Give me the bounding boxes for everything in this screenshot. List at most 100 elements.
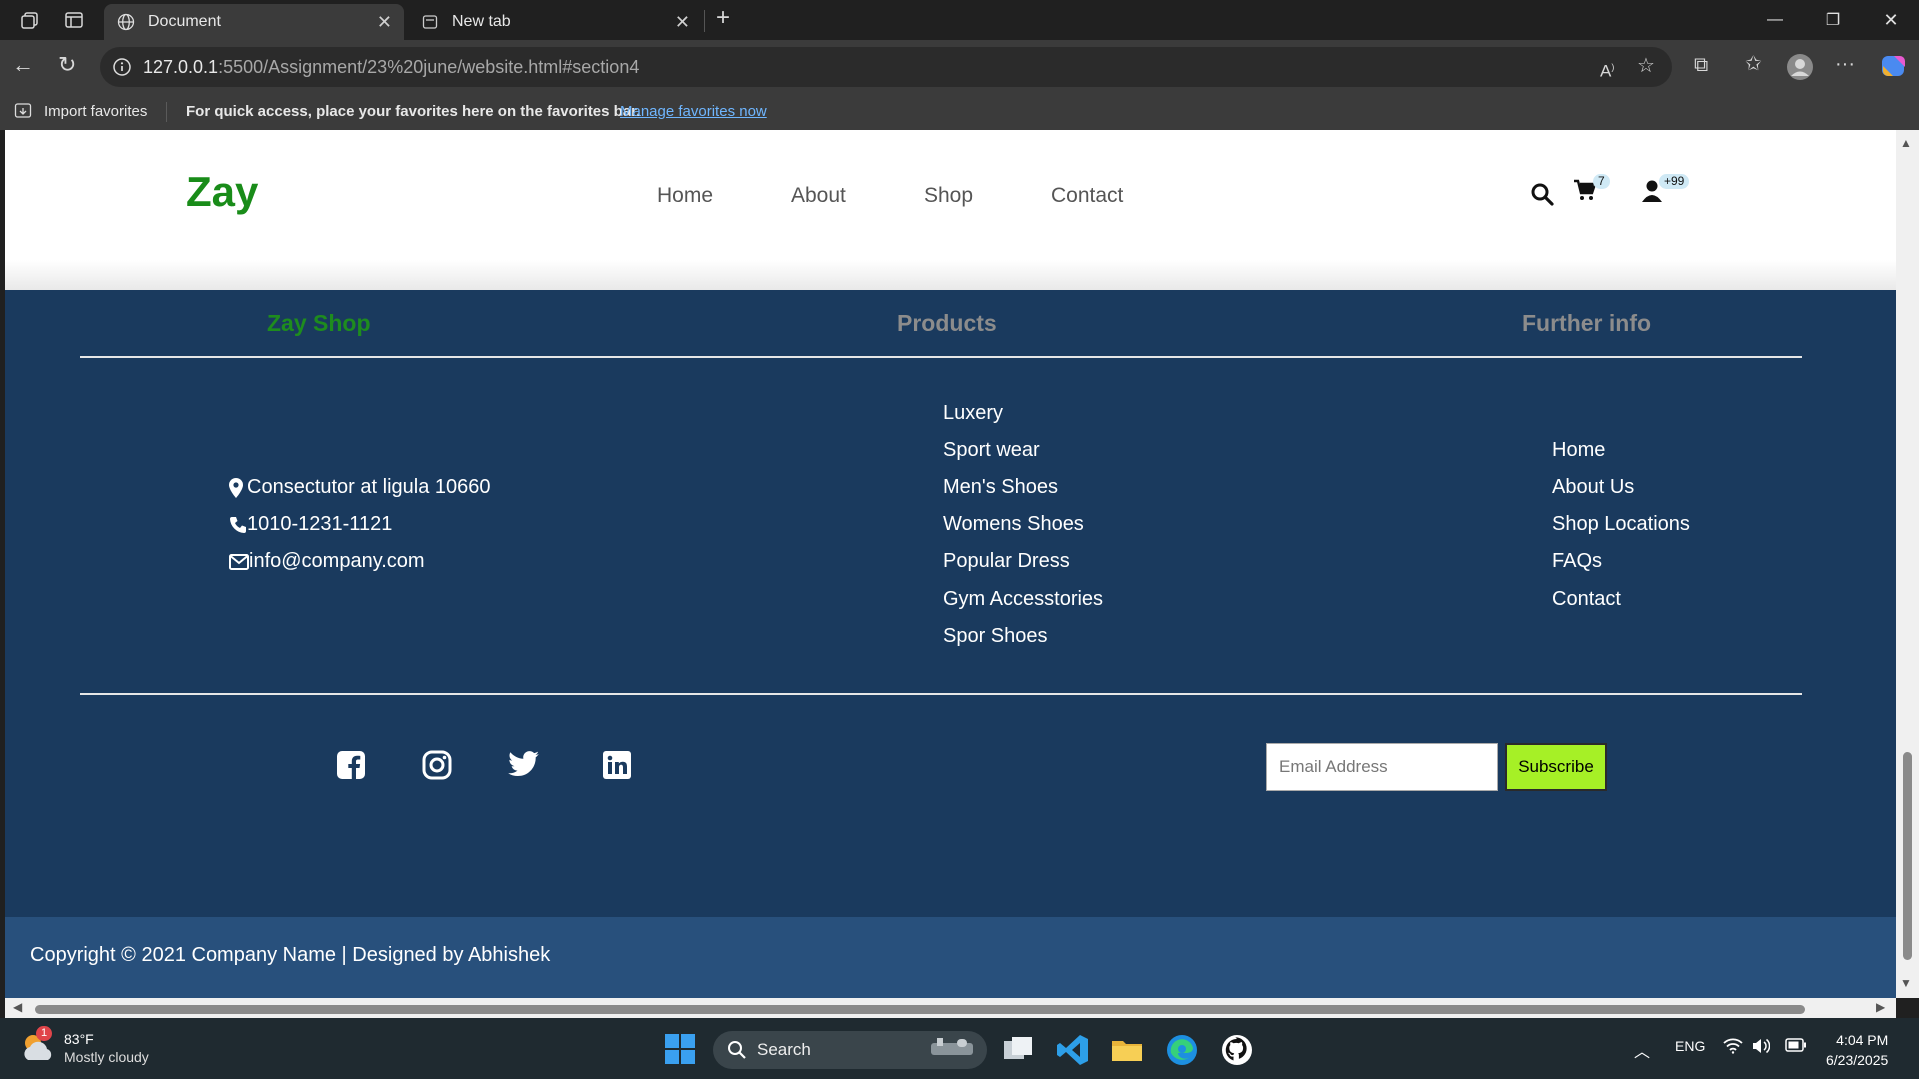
tab-new-tab[interactable]: New tab ✕ [408, 4, 702, 40]
site-footer: Zay Shop Products Further info Consectut… [5, 290, 1896, 917]
windows-taskbar: 1 83°F Mostly cloudy Search ︿ ENG 4:04 P… [0, 1018, 1919, 1079]
favorites-separator [166, 102, 167, 122]
info-link[interactable]: About Us [1552, 476, 1634, 499]
github-desktop-icon[interactable] [1220, 1033, 1254, 1067]
battery-icon[interactable] [1785, 1038, 1807, 1056]
import-favorites-label: Import favorites [44, 102, 148, 120]
import-favorites-icon [14, 103, 32, 118]
file-explorer-icon[interactable] [1110, 1033, 1144, 1067]
close-tab-icon[interactable]: ✕ [377, 12, 392, 33]
wifi-icon[interactable] [1723, 1038, 1743, 1058]
weather-notification-badge: 1 [36, 1026, 53, 1041]
info-link[interactable]: FAQs [1552, 550, 1602, 573]
location-pin-icon [229, 477, 243, 498]
vscode-icon[interactable] [1056, 1033, 1090, 1067]
instagram-icon[interactable] [422, 750, 452, 780]
search-highlight-icon [927, 1035, 977, 1066]
profile-avatar-icon[interactable] [1786, 53, 1814, 86]
site-logo[interactable]: Zay [186, 168, 258, 216]
restore-icon[interactable]: ❐ [1804, 0, 1862, 40]
products-link[interactable]: Luxery [943, 402, 1003, 425]
nav-shop[interactable]: Shop [924, 184, 973, 208]
taskbar-search-box[interactable]: Search [713, 1031, 987, 1069]
cart-count-badge: 7 [1593, 174, 1610, 189]
url-host: 127.0.0.1 [143, 57, 219, 77]
favorites-icon[interactable]: ✩ [1745, 54, 1762, 74]
weather-widget[interactable]: 1 83°F Mostly cloudy [20, 1026, 149, 1066]
close-window-icon[interactable]: ✕ [1862, 0, 1919, 40]
back-arrow-icon[interactable]: ← [12, 54, 34, 76]
newsletter-email-input[interactable]: Email Address [1266, 743, 1498, 791]
info-link[interactable]: Shop Locations [1552, 513, 1690, 536]
scroll-right-arrow-icon[interactable]: ▶ [1876, 1000, 1885, 1014]
twitter-icon[interactable] [508, 750, 539, 780]
language-indicator[interactable]: ENG [1675, 1038, 1705, 1054]
extensions-icon[interactable]: ⧉ [1694, 55, 1708, 75]
more-options-icon[interactable]: ··· [1835, 54, 1855, 74]
copyright-text: Copyright © 2021 Company Name | Designed… [30, 944, 551, 966]
import-favorites-button[interactable]: Import favorites [14, 102, 147, 120]
footer-bottom-rule [80, 693, 1802, 695]
manage-favorites-link[interactable]: Manage favorites now [620, 103, 767, 120]
new-tab-plus-icon[interactable]: + [716, 6, 730, 30]
email-text[interactable]: info@company.com [249, 550, 425, 573]
nav-about[interactable]: About [791, 184, 846, 208]
copyright-bar: Copyright © 2021 Company Name | Designed… [5, 917, 1896, 998]
chevron-up-icon[interactable]: ︿ [1634, 1038, 1650, 1062]
weather-text: 83°F Mostly cloudy [64, 1030, 149, 1066]
user-count-badge: +99 [1659, 174, 1690, 189]
header-shadow [5, 260, 1896, 290]
url-text: 127.0.0.1:5500/Assignment/23%20june/webs… [143, 57, 639, 78]
read-aloud-icon[interactable]: A) [1600, 57, 1614, 82]
search-icon [728, 1041, 746, 1059]
copilot-icon[interactable] [1880, 52, 1908, 85]
products-link[interactable]: Womens Shoes [943, 513, 1084, 536]
favorites-bar: Import favorites For quick access, place… [0, 94, 1919, 130]
edge-browser-icon[interactable] [1165, 1033, 1199, 1067]
windows-start-icon[interactable] [664, 1033, 698, 1067]
system-clock[interactable]: 4:04 PM 6/23/2025 [1826, 1030, 1888, 1070]
horizontal-scroll-thumb[interactable] [35, 1005, 1805, 1014]
site-info-icon[interactable] [112, 57, 132, 82]
envelope-icon [229, 553, 249, 570]
scroll-up-arrow-icon[interactable]: ▲ [1900, 136, 1912, 150]
refresh-icon[interactable]: ↻ [58, 54, 76, 76]
footer-top-rule [80, 356, 1802, 358]
products-link[interactable]: Popular Dress [943, 550, 1070, 573]
info-link[interactable]: Home [1552, 439, 1605, 462]
products-link[interactable]: Gym Accesstories [943, 588, 1103, 611]
info-link[interactable]: Contact [1552, 588, 1621, 611]
vertical-scroll-thumb[interactable] [1903, 752, 1912, 960]
star-favorite-icon[interactable]: ☆ [1637, 56, 1655, 76]
volume-icon[interactable] [1752, 1038, 1771, 1058]
weather-temperature: 83°F [64, 1031, 94, 1047]
tab-document[interactable]: Document ✕ [104, 4, 404, 40]
linkedin-icon[interactable] [602, 750, 632, 780]
footer-address: Consectutor at ligula 10660 [229, 476, 491, 499]
user-button[interactable]: +99 [1641, 174, 1690, 202]
cart-button[interactable]: 7 [1573, 174, 1610, 202]
vertical-tabs-icon[interactable] [64, 10, 84, 34]
task-view-icon[interactable] [1001, 1033, 1035, 1067]
address-bar[interactable]: 127.0.0.1:5500/Assignment/23%20june/webs… [100, 47, 1672, 87]
minimize-icon[interactable]: — [1746, 0, 1804, 40]
clock-time: 4:04 PM [1836, 1032, 1889, 1048]
horizontal-scrollbar[interactable]: ◀ ▶ [5, 998, 1896, 1018]
search-icon[interactable] [1530, 182, 1554, 206]
subscribe-button[interactable]: Subscribe [1505, 743, 1607, 791]
products-link[interactable]: Spor Shoes [943, 625, 1048, 648]
weather-description: Mostly cloudy [64, 1049, 149, 1065]
scroll-left-arrow-icon[interactable]: ◀ [13, 1000, 22, 1014]
facebook-icon[interactable] [336, 750, 366, 780]
products-link[interactable]: Men's Shoes [943, 476, 1058, 499]
nav-home[interactable]: Home [657, 184, 713, 208]
nav-contact[interactable]: Contact [1051, 184, 1123, 208]
tab-title: Document [148, 13, 221, 30]
page-viewport: Zay Home About Shop Contact 7 +99 Zay Sh… [5, 130, 1896, 998]
workspaces-icon[interactable] [20, 10, 40, 34]
clock-date: 6/23/2025 [1826, 1052, 1889, 1068]
vertical-scrollbar[interactable]: ▲ ▼ [1896, 130, 1919, 998]
close-tab-icon[interactable]: ✕ [675, 12, 690, 33]
products-link[interactable]: Sport wear [943, 439, 1040, 462]
scroll-down-arrow-icon[interactable]: ▼ [1900, 976, 1912, 990]
